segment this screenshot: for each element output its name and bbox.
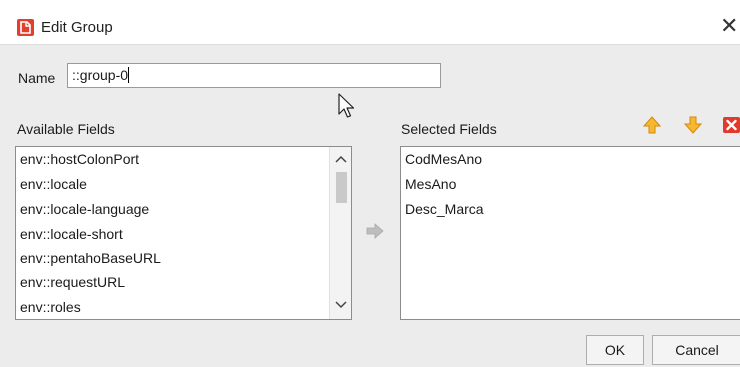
ok-button[interactable]: OK <box>586 335 644 365</box>
scroll-up-icon[interactable] <box>334 153 348 167</box>
list-item[interactable]: MesAno <box>405 173 456 195</box>
title-bar: Edit Group ✕ <box>0 0 740 45</box>
list-item[interactable]: env::locale-short <box>20 223 123 245</box>
close-icon[interactable]: ✕ <box>720 13 740 39</box>
scroll-thumb[interactable] <box>336 172 347 203</box>
list-item[interactable]: env::requestURL <box>20 271 125 293</box>
name-label: Name <box>18 70 56 86</box>
arrow-down-icon[interactable] <box>683 115 703 135</box>
arrow-up-icon[interactable] <box>642 115 662 135</box>
list-item[interactable]: env::pentahoBaseURL <box>20 247 161 269</box>
vertical-scrollbar[interactable] <box>329 147 351 319</box>
list-item[interactable]: env::roles <box>20 296 81 318</box>
list-item[interactable]: CodMesAno <box>405 148 482 170</box>
list-item[interactable]: env::locale <box>20 173 87 195</box>
window-title: Edit Group <box>41 19 113 36</box>
scroll-down-icon[interactable] <box>334 299 348 313</box>
mouse-cursor-icon <box>338 93 355 118</box>
list-item[interactable]: env::hostColonPort <box>20 148 139 170</box>
available-fields-list[interactable]: env::hostColonPort env::locale env::loca… <box>15 146 352 320</box>
group-name-input[interactable]: ::group-0 <box>67 63 441 88</box>
group-name-value: ::group-0 <box>72 67 129 83</box>
app-icon <box>17 19 34 36</box>
remove-icon[interactable] <box>722 115 740 135</box>
selected-fields-list[interactable]: CodMesAno MesAno Desc_Marca <box>400 146 740 320</box>
text-caret <box>128 67 130 83</box>
list-item[interactable]: Desc_Marca <box>405 198 484 220</box>
cancel-button[interactable]: Cancel <box>652 335 740 365</box>
move-right-arrow-icon[interactable] <box>366 223 384 239</box>
list-item[interactable]: env::locale-language <box>20 198 149 220</box>
selected-fields-label: Selected Fields <box>401 121 497 137</box>
available-fields-label: Available Fields <box>17 121 115 137</box>
